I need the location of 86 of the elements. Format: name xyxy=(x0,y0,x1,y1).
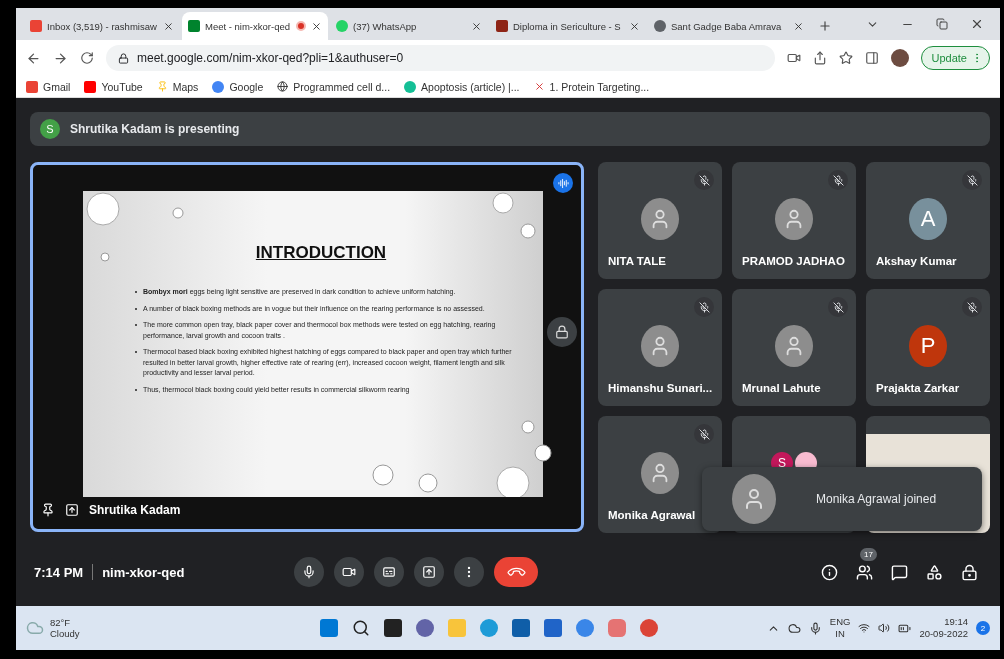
search-icon[interactable] xyxy=(351,619,370,637)
meeting-time: 7:14 PM xyxy=(34,564,84,580)
participant-count: 17 xyxy=(860,547,877,561)
address-bar[interactable]: meet.google.com/nim-xkor-qed?pli=1&authuser=0 xyxy=(106,45,775,71)
lock-icon[interactable] xyxy=(547,317,577,347)
microphone-button[interactable] xyxy=(294,557,325,587)
participant-name: Akshay Kumar xyxy=(876,255,957,267)
participant-name: Himanshu Sunari... xyxy=(608,382,713,394)
host-controls-icon[interactable] xyxy=(961,563,978,581)
avatar-photo-placeholder xyxy=(641,198,679,240)
reload-icon[interactable] xyxy=(80,51,94,65)
globe-icon xyxy=(277,81,289,92)
close-tab-icon[interactable] xyxy=(629,20,640,32)
forward-icon[interactable] xyxy=(53,50,68,66)
avatar-photo-placeholder xyxy=(732,474,776,524)
close-tab-icon[interactable] xyxy=(471,20,482,32)
onedrive-icon[interactable] xyxy=(787,621,801,635)
bookmark-link[interactable]: Apoptosis (article) |... xyxy=(404,80,520,93)
bookmark-star-icon[interactable] xyxy=(838,51,853,65)
browser-tab[interactable]: Diploma in Sericulture - S xyxy=(490,12,646,40)
mic-icon xyxy=(302,565,317,579)
present-button[interactable] xyxy=(414,557,445,587)
avatar-photo-placeholder xyxy=(641,452,679,494)
region-code[interactable]: IN xyxy=(835,628,845,641)
close-icon[interactable] xyxy=(970,17,984,31)
back-icon[interactable] xyxy=(26,50,41,66)
browser-tab[interactable]: (37) WhatsApp xyxy=(330,12,488,40)
avatar-initial: P xyxy=(909,325,947,367)
chat-icon[interactable] xyxy=(891,563,908,581)
share-icon[interactable] xyxy=(812,51,827,65)
participant-name: Monika Agrawal xyxy=(608,509,696,521)
cloud-icon xyxy=(26,619,44,637)
participant-name: Mrunal Lahute xyxy=(742,382,821,394)
notification-count[interactable]: 2 xyxy=(976,621,990,635)
update-button[interactable]: Update xyxy=(920,46,990,70)
close-tab-icon[interactable] xyxy=(793,20,804,32)
wifi-icon[interactable] xyxy=(858,622,871,634)
camera-icon[interactable] xyxy=(786,51,801,65)
presenting-text: Shrutika Kadam is presenting xyxy=(70,122,240,136)
bookmark-link[interactable]: 1. Protein Targeting... xyxy=(533,80,650,93)
audio-level-icon xyxy=(553,173,573,193)
camera-button[interactable] xyxy=(334,557,365,587)
present-icon xyxy=(65,503,79,517)
clock-time[interactable]: 19:14 xyxy=(944,615,968,628)
slide-title: INTRODUCTION xyxy=(254,243,388,263)
x-icon xyxy=(533,81,545,92)
browser-tab[interactable]: Meet - nim-xkor-qed xyxy=(182,12,328,40)
microphone-icon[interactable] xyxy=(808,621,822,635)
map-pin-icon xyxy=(156,81,168,92)
captions-icon xyxy=(382,565,397,579)
meeting-code: nim-xkor-qed xyxy=(102,564,185,580)
activities-icon[interactable] xyxy=(926,563,943,581)
avatar-initial: A xyxy=(909,198,947,240)
weather-condition: Cloudy xyxy=(50,628,80,639)
bookmark-link[interactable]: Gmail xyxy=(26,80,71,93)
avatar-initial: S xyxy=(40,119,60,139)
restore-icon[interactable] xyxy=(936,18,948,30)
side-panel-icon[interactable] xyxy=(864,51,879,65)
avatar-photo-placeholder xyxy=(641,325,679,367)
avatar-photo-placeholder xyxy=(775,198,813,240)
volume-icon[interactable] xyxy=(878,622,891,634)
captions-button[interactable] xyxy=(374,557,405,587)
temperature: 82°F xyxy=(50,617,72,628)
close-tab-icon[interactable] xyxy=(311,20,322,32)
bookmark-link[interactable]: Programmed cell d... xyxy=(277,80,391,93)
participant-name: Prajakta Zarkar xyxy=(876,382,960,394)
bookmark-link[interactable]: Maps xyxy=(156,80,199,93)
video-camera-icon xyxy=(342,565,357,579)
browser-tab[interactable]: Sant Gadge Baba Amrava xyxy=(648,12,810,40)
notification-text: Monika Agrawal joined xyxy=(816,492,937,506)
presenter-name: Shrutika Kadam xyxy=(89,503,181,517)
pin-icon[interactable] xyxy=(41,503,55,517)
clock-date[interactable]: 20-09-2022 xyxy=(919,628,968,641)
close-tab-icon[interactable] xyxy=(163,20,174,32)
end-call-button[interactable] xyxy=(494,557,539,587)
avatar-photo-placeholder xyxy=(775,325,813,367)
info-icon[interactable] xyxy=(821,563,838,581)
language-code[interactable]: ENG xyxy=(829,615,851,628)
participant-name: NITA TALE xyxy=(608,255,666,267)
browser-tab[interactable]: Inbox (3,519) - rashmisaw xyxy=(24,12,180,40)
new-tab-icon[interactable] xyxy=(818,19,832,33)
bookmark-link[interactable]: Google xyxy=(212,80,264,93)
people-icon xyxy=(856,563,873,581)
profile-avatar[interactable] xyxy=(890,49,909,67)
bookmark-link[interactable]: YouTube xyxy=(84,80,143,93)
participant-name: PRAMOD JADHAO xyxy=(742,255,845,267)
